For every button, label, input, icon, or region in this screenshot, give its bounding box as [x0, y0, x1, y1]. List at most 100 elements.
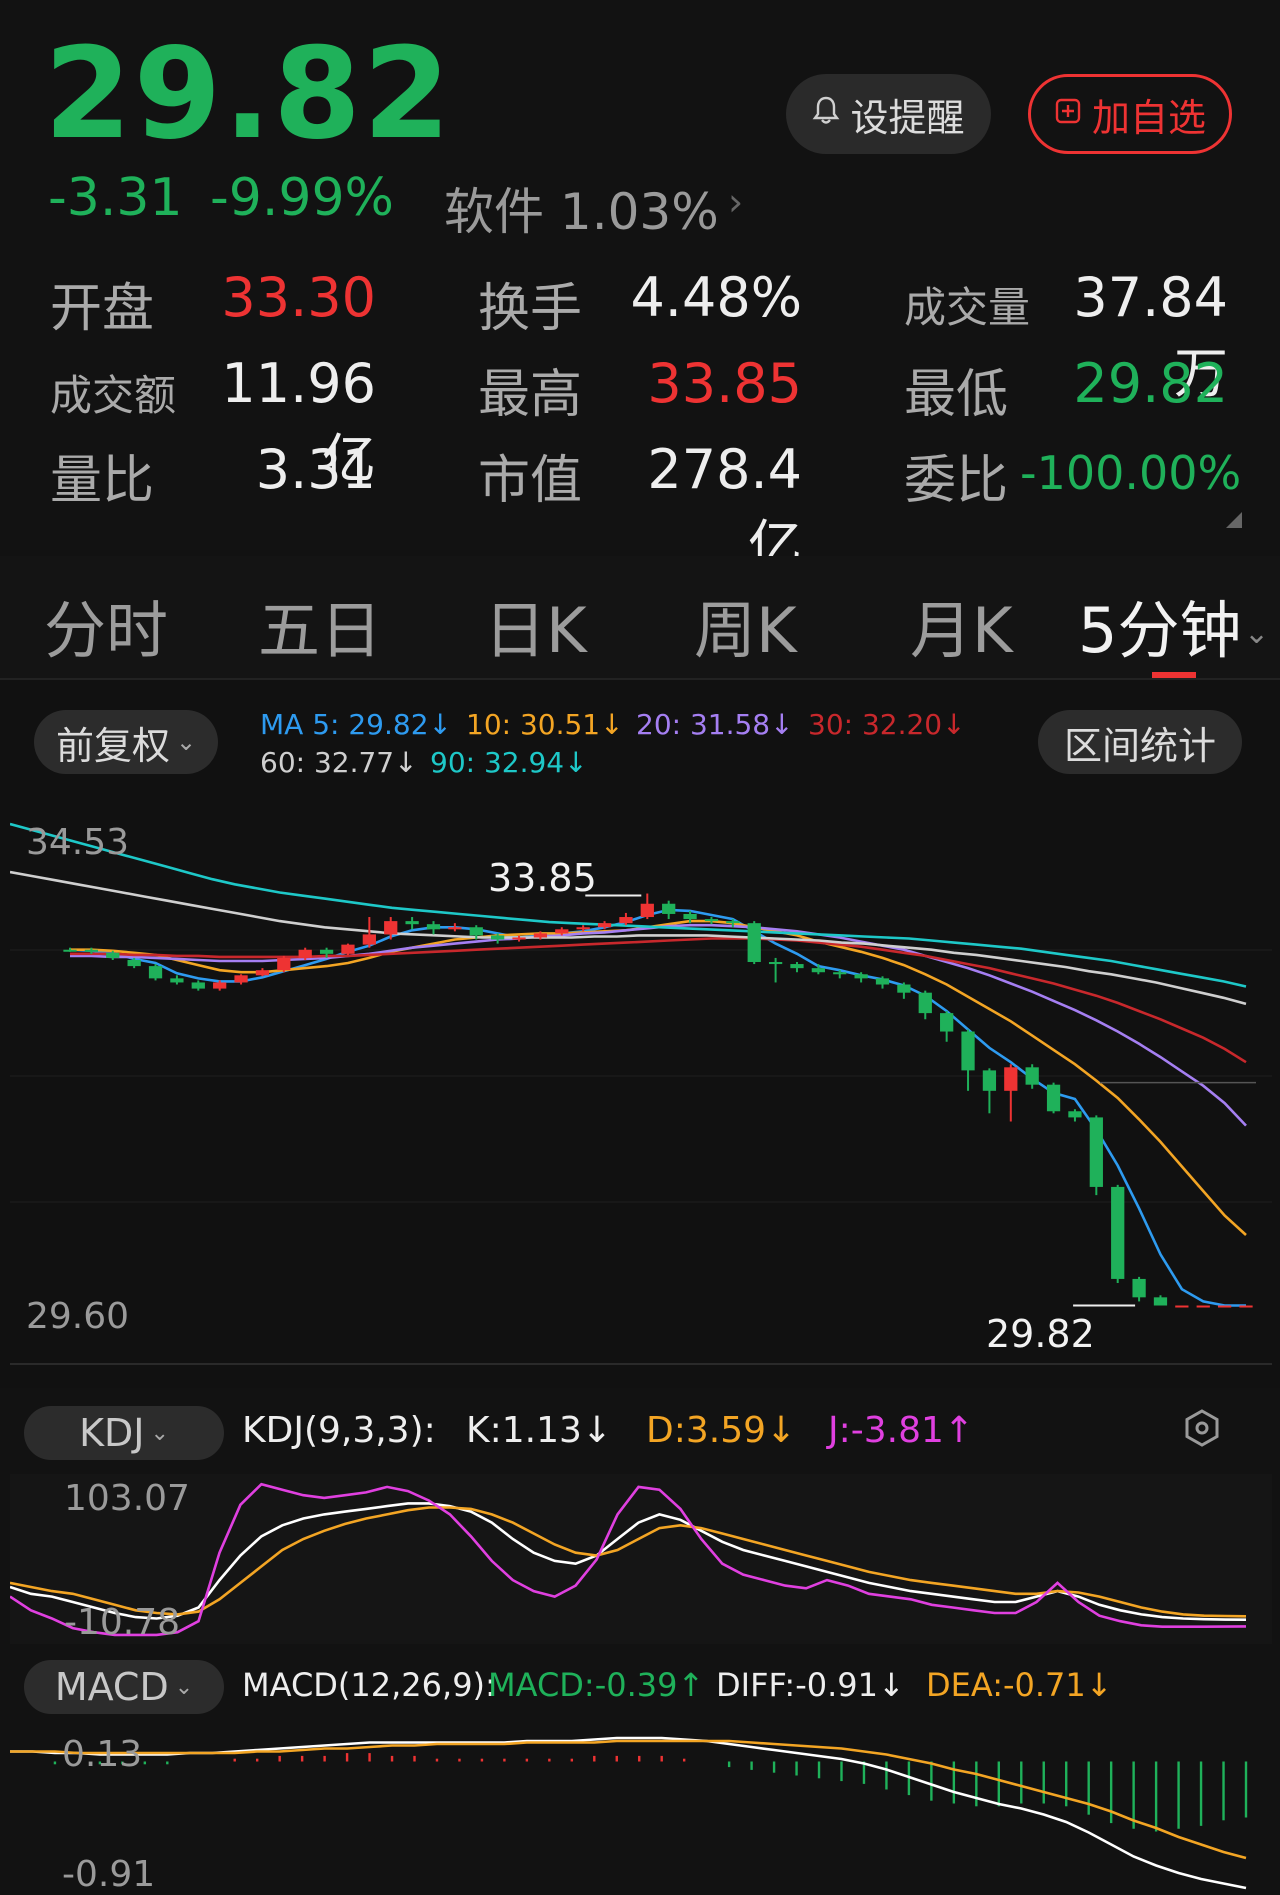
- candle-body: [555, 929, 569, 934]
- candle-body: [234, 975, 248, 983]
- tab-5min[interactable]: 5分钟: [1078, 580, 1241, 670]
- sector-link[interactable]: 软件 1.03%: [444, 172, 719, 244]
- candle-body: [1196, 1305, 1210, 1308]
- candle-body: [662, 903, 676, 914]
- candle-body: [84, 949, 99, 952]
- adjust-mode-dropdown[interactable]: 前复权 ⌄: [34, 710, 218, 774]
- macd-axis-low: -0.91: [62, 1854, 156, 1895]
- set-alert-button[interactable]: 设提醒: [786, 74, 991, 154]
- market-cap-label: 市值: [478, 451, 583, 511]
- macd-params: MACD(12,26,9):: [242, 1666, 496, 1704]
- add-watchlist-button[interactable]: 加自选: [1028, 74, 1232, 154]
- candle-body: [790, 964, 804, 969]
- kdj-label: KDJ: [79, 1411, 145, 1455]
- candle-body: [426, 924, 441, 930]
- turnover-label: 换手: [478, 279, 583, 339]
- candle-body: [298, 949, 312, 958]
- candle-body: [255, 970, 270, 976]
- macd-plot[interactable]: [10, 1728, 1272, 1894]
- chevron-down-icon: ⌄: [175, 728, 197, 756]
- plus-square-icon: [1054, 95, 1082, 133]
- price-axis-high: 34.53: [26, 822, 130, 863]
- price-axis-low: 29.60: [26, 1296, 130, 1337]
- ma60-readout: 60: 32.77↓: [260, 746, 418, 779]
- candle-body: [148, 966, 163, 979]
- volume-ratio-value: 3.31: [255, 438, 376, 501]
- candle-body: [918, 992, 932, 1014]
- candle-body: [833, 972, 847, 975]
- volume-ratio-label: 量比: [50, 451, 155, 511]
- candlestick-plot[interactable]: [10, 808, 1272, 1368]
- tab-five-day[interactable]: 五日: [258, 580, 382, 670]
- chevron-down-icon: ⌄: [174, 1674, 194, 1700]
- candle-body: [127, 959, 141, 967]
- candle-body: [405, 921, 419, 925]
- tab-weekly-k[interactable]: 周K: [694, 580, 797, 670]
- candle-body: [811, 968, 825, 973]
- candle-body: [597, 923, 612, 928]
- add-watchlist-label: 加自选: [1091, 95, 1206, 140]
- candle-body: [576, 927, 590, 930]
- min-price-marker: 29.82: [986, 1312, 1095, 1356]
- indicator-dropdown-macd[interactable]: MACD ⌄: [24, 1660, 224, 1714]
- candle-body: [277, 957, 291, 971]
- macd-line-diff: [10, 1736, 1247, 1890]
- expand-corner-icon[interactable]: [1226, 512, 1242, 528]
- indicator-dropdown-kdj[interactable]: KDJ ⌄: [24, 1406, 224, 1460]
- candle-body: [961, 1031, 975, 1071]
- indicator-settings-icon[interactable]: [1182, 1408, 1222, 1448]
- bid-ratio-value: -100.00%: [1020, 446, 1242, 500]
- candle-body: [533, 933, 548, 938]
- macd-line-dea: [10, 1739, 1247, 1860]
- ma90-readout: 90: 32.94↓: [430, 746, 588, 779]
- low-value: 29.82: [1073, 352, 1228, 415]
- tab-daily-k[interactable]: 日K: [484, 580, 587, 670]
- set-alert-label: 设提醒: [850, 95, 965, 140]
- max-price-marker: 33.85: [488, 856, 597, 900]
- candle-body: [1153, 1297, 1168, 1306]
- candle-body: [704, 919, 719, 922]
- kdj-axis-low: -10.78: [64, 1602, 181, 1643]
- kdj-plot[interactable]: [10, 1474, 1272, 1644]
- macd-dea-value: DEA:-0.71↓: [926, 1666, 1113, 1704]
- high-value: 33.85: [647, 352, 802, 415]
- candle-body: [170, 978, 184, 983]
- chevron-down-icon[interactable]: ⌄: [1244, 616, 1269, 651]
- candle-body: [1239, 1305, 1253, 1308]
- candle-body: [1089, 1117, 1103, 1187]
- macd-label: MACD: [54, 1665, 169, 1709]
- candle-body: [768, 962, 783, 965]
- last-price: 29.82: [44, 20, 453, 167]
- tab-monthly-k[interactable]: 月K: [910, 580, 1013, 670]
- price-change-percent: -9.99%: [210, 168, 394, 228]
- high-label: 最高: [478, 365, 583, 425]
- candle-body: [63, 949, 77, 952]
- ma5-readout: MA 5: 29.82↓: [260, 708, 452, 741]
- kdj-params: KDJ(9,3,3):: [242, 1410, 436, 1451]
- candle-body: [1046, 1084, 1061, 1112]
- candle-body: [683, 913, 697, 920]
- ma-line-ma5: [69, 908, 1246, 1307]
- candle-body: [191, 982, 205, 989]
- candle-body: [747, 923, 761, 963]
- candle-body: [512, 937, 526, 940]
- macd-value: MACD:-0.39↑: [488, 1666, 705, 1704]
- candle-body: [341, 944, 355, 954]
- adjust-mode-label: 前复权: [55, 723, 170, 768]
- ma10-readout: 10: 30.51↓: [466, 708, 624, 741]
- open-value: 33.30: [221, 266, 376, 329]
- candle-body: [362, 934, 376, 945]
- range-stats-button[interactable]: 区间统计: [1038, 710, 1242, 774]
- open-label: 开盘: [50, 279, 155, 339]
- low-label: 最低: [904, 365, 1009, 425]
- candle-body: [469, 927, 483, 936]
- candle-body: [897, 984, 911, 993]
- candle-body: [106, 952, 120, 958]
- tab-intraday[interactable]: 分时: [44, 580, 168, 670]
- bid-ratio-label: 委比: [904, 451, 1009, 511]
- ma-line-30: [70, 937, 1247, 1064]
- macd-axis-high: 0.13: [62, 1734, 143, 1775]
- candle-body: [1111, 1186, 1125, 1279]
- candle-body: [726, 921, 740, 924]
- candle-body: [619, 917, 633, 924]
